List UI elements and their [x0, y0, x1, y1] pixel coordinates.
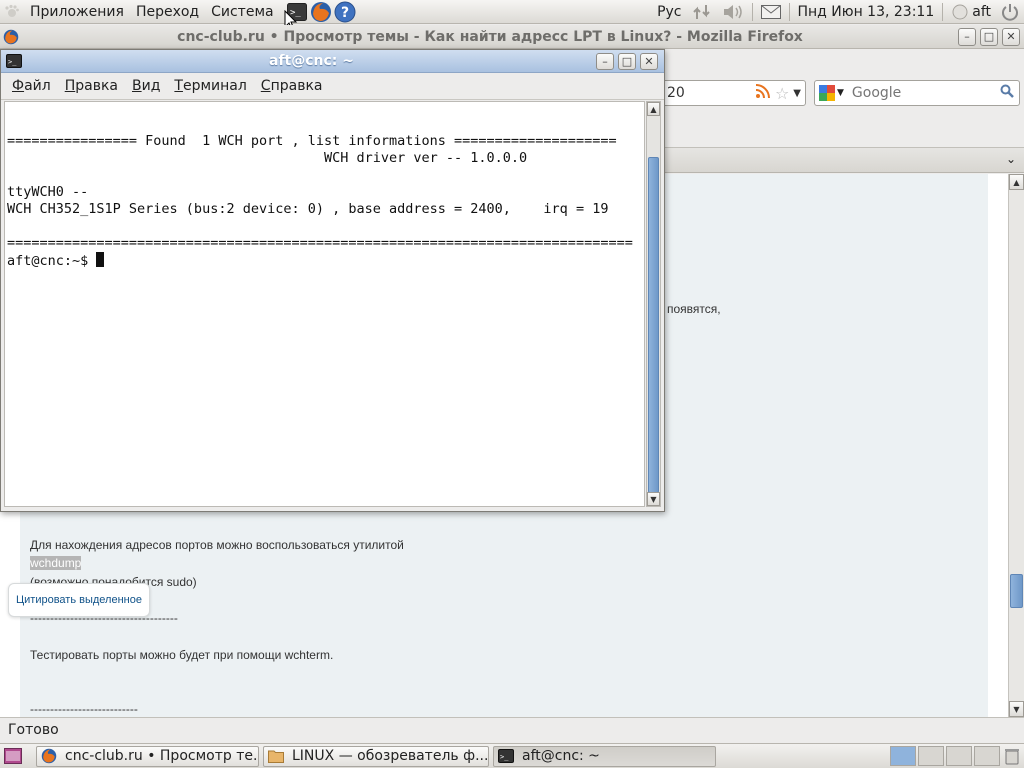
mail-icon[interactable]	[756, 5, 786, 19]
quote-selection-button[interactable]: Цитировать выделенное	[8, 583, 150, 617]
menu-edit-accel: П	[64, 78, 76, 94]
post-line: Для нахождения адресов портов можно восп…	[30, 538, 404, 552]
workspace-2[interactable]	[918, 746, 944, 766]
search-icon[interactable]	[1000, 84, 1014, 102]
minimize-icon[interactable]: –	[958, 27, 976, 46]
workspace-switcher[interactable]	[890, 746, 1000, 766]
menu-edit[interactable]: Правка	[58, 78, 125, 94]
menu-places[interactable]: Переход	[130, 4, 205, 20]
menu-view-label: ид	[141, 78, 161, 94]
close-icon[interactable]: ✕	[1002, 27, 1020, 46]
taskbar-item-firefox[interactable]: cnc-club.ru • Просмотр те...	[36, 745, 259, 767]
gnome-foot-icon[interactable]	[0, 4, 24, 20]
search-input[interactable]	[849, 84, 990, 102]
menu-view-accel: В	[132, 78, 142, 94]
taskbar-item-file-browser[interactable]: LINUX — обозреватель ф...	[263, 745, 489, 767]
terminal-window-icon[interactable]: >_	[1, 54, 27, 68]
panel-separator	[942, 3, 944, 21]
svg-text:>_: >_	[8, 58, 17, 66]
taskbar-item-label: aft@cnc: ~	[522, 748, 600, 764]
menu-file-accel: Ф	[12, 78, 25, 94]
minimize-icon[interactable]: –	[596, 52, 614, 70]
post-separator: ---------------------------	[30, 702, 138, 716]
taskbar-item-terminal[interactable]: >_ aft@cnc: ~	[493, 745, 716, 767]
post-fragment: появятся,	[667, 302, 721, 316]
menu-terminal-label: ерминал	[182, 78, 247, 94]
search-bar[interactable]: ▼	[814, 80, 1020, 106]
post-code-selected[interactable]: wchdump	[30, 556, 82, 570]
firefox-titlebar[interactable]: cnc-club.ru • Просмотр темы - Как найти …	[0, 25, 1024, 49]
firefox-window-icon[interactable]	[0, 29, 22, 45]
panel-separator	[788, 3, 790, 21]
status-text: Готово	[8, 722, 59, 738]
volume-icon[interactable]	[717, 3, 749, 21]
page-scrollbar-thumb[interactable]	[1010, 574, 1023, 608]
terminal-prompt: aft@cnc:~$	[7, 253, 97, 269]
show-desktop-icon[interactable]	[2, 748, 24, 764]
workspace-1[interactable]	[890, 746, 916, 766]
scroll-down-icon[interactable]: ▼	[647, 492, 660, 506]
google-engine-icon[interactable]: ▼	[819, 85, 844, 101]
svg-text:>_: >_	[500, 753, 509, 761]
url-dropdown-icon[interactable]: ▼	[793, 88, 801, 99]
terminal-scrollbar[interactable]: ▲ ▼	[646, 101, 661, 507]
trash-icon[interactable]	[1004, 747, 1020, 765]
workspace-4[interactable]	[974, 746, 1000, 766]
terminal-output-text: ================ Found 1 WCH port , list…	[7, 133, 633, 251]
menu-help-label: правка	[270, 78, 323, 94]
maximize-icon[interactable]: □	[618, 52, 636, 70]
scroll-up-icon[interactable]: ▲	[1009, 174, 1024, 190]
terminal-icon: >_	[498, 749, 514, 763]
svg-text:?: ?	[341, 5, 349, 21]
terminal-scrollbar-thumb[interactable]	[648, 157, 659, 493]
menu-applications[interactable]: Приложения	[24, 4, 130, 20]
url-bar[interactable]: 20 ☆ ▼	[650, 80, 806, 106]
terminal-window: >_ aft@cnc: ~ – □ ✕ Файл Правка Вид Терм…	[0, 49, 665, 512]
menu-help[interactable]: Справка	[254, 78, 330, 94]
terminal-title: aft@cnc: ~	[269, 53, 354, 69]
panel-separator	[751, 3, 753, 21]
menu-file-label: айл	[24, 78, 51, 94]
taskbar-item-label: LINUX — обозреватель ф...	[292, 748, 489, 764]
firefox-icon	[41, 748, 57, 764]
terminal-titlebar[interactable]: >_ aft@cnc: ~ – □ ✕	[1, 50, 664, 73]
firefox-launcher-icon[interactable]	[310, 1, 332, 23]
list-all-tabs-icon[interactable]: ⌄	[1006, 152, 1016, 166]
terminal-cursor	[96, 252, 105, 267]
status-bar: Готово	[0, 717, 1024, 742]
folder-icon	[268, 750, 284, 763]
power-icon[interactable]	[996, 3, 1024, 21]
page-scrollbar[interactable]: ▲ ▼	[1008, 174, 1024, 717]
bottom-panel: cnc-club.ru • Просмотр те... LINUX — обо…	[0, 743, 1024, 768]
network-icon[interactable]	[687, 3, 717, 21]
terminal-output: ================ Found 1 WCH port , list…	[5, 102, 644, 270]
menu-terminal-accel: Т	[174, 78, 183, 94]
menu-edit-label: равка	[75, 78, 118, 94]
user-status-icon	[952, 4, 968, 20]
post-line: Тестировать порты можно будет при помощи…	[30, 648, 334, 662]
workspace-3[interactable]	[946, 746, 972, 766]
menu-system[interactable]: Система	[205, 4, 279, 20]
menu-help-accel: С	[260, 78, 271, 94]
menu-view[interactable]: Вид	[125, 78, 167, 94]
help-launcher-icon[interactable]: ?	[334, 1, 356, 23]
taskbar-item-label: cnc-club.ru • Просмотр те...	[65, 748, 259, 764]
firefox-window-title: cnc-club.ru • Просмотр темы - Как найти …	[177, 28, 803, 45]
close-icon[interactable]: ✕	[640, 52, 658, 70]
user-name: aft	[972, 4, 991, 20]
menu-terminal[interactable]: Терминал	[167, 78, 253, 94]
scroll-down-icon[interactable]: ▼	[1009, 701, 1024, 717]
menu-file[interactable]: Файл	[5, 78, 58, 94]
maximize-icon[interactable]: □	[980, 27, 998, 46]
user-menu[interactable]: aft	[946, 3, 996, 21]
terminal-menubar: Файл Правка Вид Терминал Справка	[1, 73, 664, 100]
bookmark-star-icon[interactable]: ☆	[775, 84, 789, 103]
clock[interactable]: Пнд Июн 13, 23:11	[793, 4, 940, 20]
terminal-screen[interactable]: ================ Found 1 WCH port , list…	[4, 101, 645, 507]
keyboard-layout-indicator[interactable]: Рус	[652, 4, 686, 20]
url-text: 20	[667, 85, 685, 101]
rss-icon[interactable]	[755, 83, 771, 103]
top-panel: Приложения Переход Система >_ ? Рус Пнд …	[0, 0, 1024, 31]
scroll-up-icon[interactable]: ▲	[647, 102, 660, 116]
